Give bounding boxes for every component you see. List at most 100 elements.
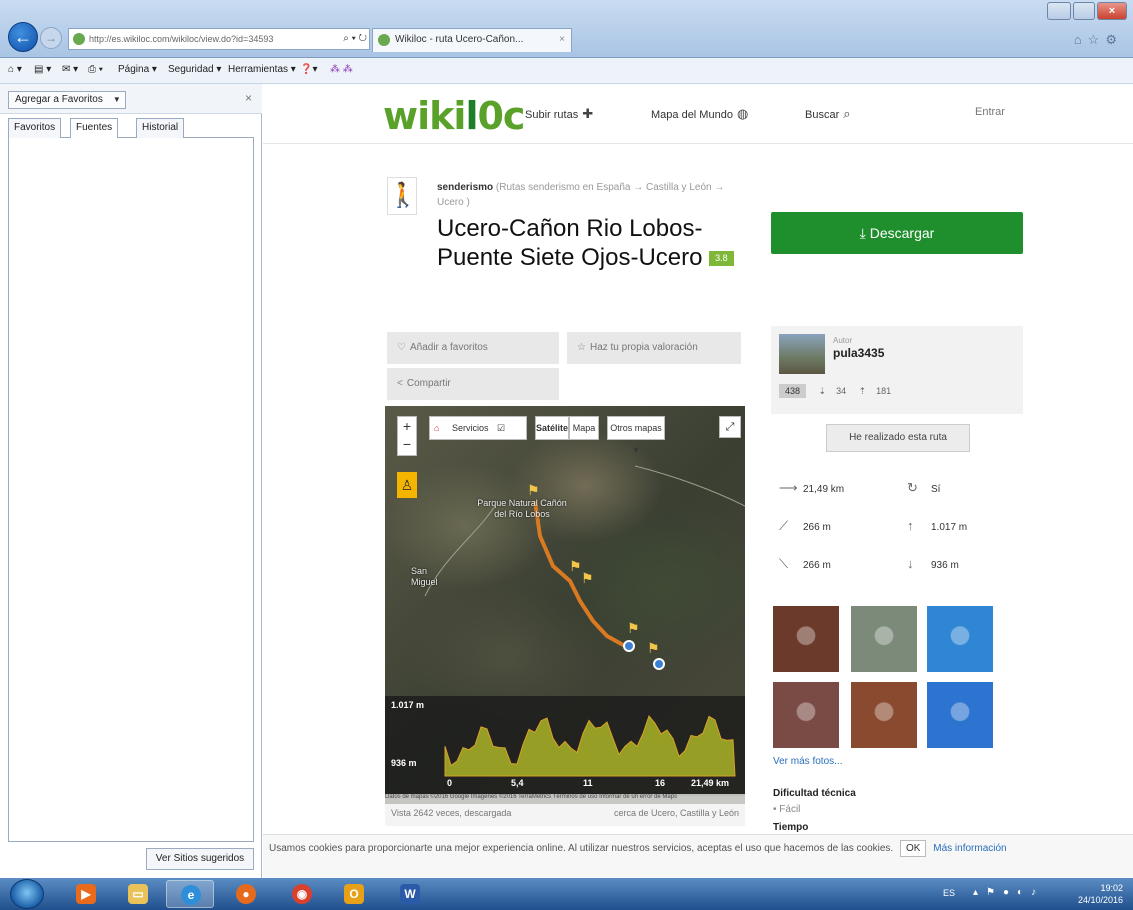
photo-thumbnail[interactable]	[851, 682, 917, 748]
zoom-in-button[interactable]: +	[398, 417, 416, 435]
waypoint-flag-icon[interactable]: ⚑	[627, 620, 640, 637]
author-card: Autor pula3435 438 ⇣ 34 ⇡ 181	[771, 326, 1023, 414]
share-button[interactable]: < Compartir	[387, 368, 559, 400]
photo-thumbnail[interactable]	[773, 682, 839, 748]
cookie-more-link[interactable]: Más información	[933, 843, 1006, 854]
view-count: Vista 2642 veces, descargada	[391, 808, 512, 818]
taskbar-word[interactable]: W	[386, 880, 434, 908]
satellite-button[interactable]: Satélite	[535, 416, 569, 440]
download-button[interactable]: ⤓ Descargar	[771, 212, 1023, 254]
download-icon: ⤓	[859, 225, 866, 241]
descent-value: 266 m	[803, 560, 831, 571]
rate-button[interactable]: ☆ Haz tu propia valoración	[567, 332, 741, 364]
cookie-ok-button[interactable]: OK	[900, 840, 927, 857]
nav-search[interactable]: Buscar ⌕	[805, 106, 851, 122]
avatar[interactable]	[779, 334, 825, 374]
print-icon[interactable]: ⎙ ▾	[88, 64, 103, 75]
zoom-out-button[interactable]: −	[398, 435, 416, 453]
arrow-up-icon: ↑	[907, 518, 914, 533]
address-bar[interactable]: http://es.wikiloc.com/wikiloc/view.do?id…	[68, 28, 370, 50]
loop-icon: ↻	[907, 480, 918, 495]
services-toggle[interactable]: ⌂ Servicios ☑	[429, 416, 527, 440]
nav-login[interactable]: Entrar	[975, 106, 1005, 118]
help-icon[interactable]: ❓▾	[300, 64, 317, 75]
tab-title: Wikiloc - ruta Ucero-Cañon...	[395, 34, 524, 45]
menu-page[interactable]: Página ▾	[118, 64, 157, 75]
author-route-count[interactable]: 438	[779, 384, 807, 398]
suggested-sites-button[interactable]: Ver Sitios sugeridos	[146, 848, 254, 870]
waypoint-flag-icon[interactable]: ⚑	[527, 482, 540, 499]
route-map[interactable]: Parque Natural Cañón del Río Lobos San M…	[385, 406, 745, 826]
browser-tab-active[interactable]: Wikiloc - ruta Ucero-Cañon... ×	[372, 28, 572, 52]
tab-favorites[interactable]: Favoritos	[8, 118, 62, 138]
feeds-icon[interactable]: ▤ ▾	[34, 64, 51, 75]
photo-thumbnail[interactable]	[773, 606, 839, 672]
map-attribution[interactable]: Datos de mapas ©2016 Google Imágenes ©20…	[385, 794, 745, 804]
menu-tools[interactable]: Herramientas ▾	[228, 64, 296, 75]
mail-icon[interactable]: ✉ ▾	[62, 64, 78, 75]
forward-button[interactable]: →	[40, 27, 62, 49]
taskbar-media-player[interactable]: ▶	[62, 880, 110, 908]
waypoint-flag-icon[interactable]: ⚑	[581, 570, 594, 587]
add-favorite-button[interactable]: ♡ Añadir a favoritos	[387, 332, 559, 364]
photo-thumbnail[interactable]	[927, 606, 993, 672]
waypoint-flag-icon[interactable]: ⚑	[569, 558, 582, 575]
clock-time: 19:02	[1100, 883, 1123, 893]
checkbox-checked-icon[interactable]: ☑	[497, 423, 505, 433]
pegman-icon[interactable]: ♙	[397, 472, 417, 498]
tab-history[interactable]: Historial	[136, 118, 185, 138]
services-label: Servicios	[451, 423, 489, 433]
clock-date: 24/10/2016	[1077, 895, 1123, 905]
fullscreen-icon[interactable]: ⤢	[719, 416, 741, 438]
photo-thumbnail[interactable]	[851, 606, 917, 672]
search-refresh-icon[interactable]: ⌕ ▾ ↻	[340, 29, 367, 49]
poi-marker-icon[interactable]	[653, 658, 665, 670]
share-icon: <	[397, 378, 403, 389]
author-label: Autor	[833, 336, 853, 345]
home-menu-icon[interactable]: ⌂ ▾	[8, 64, 22, 75]
poi-marker-icon[interactable]	[623, 640, 635, 652]
distance-icon: ⟶	[779, 480, 798, 495]
taskbar-chrome[interactable]: ◉	[278, 880, 326, 908]
tab-close-icon[interactable]: ×	[559, 29, 565, 51]
chevron-down-icon[interactable]: ▼	[113, 92, 121, 108]
elevation-profile[interactable]: 1.017 m 936 m 0 5,4 11 16 21,49 km	[385, 696, 745, 796]
minimize-button[interactable]	[1047, 2, 1071, 20]
activity-name[interactable]: senderismo	[437, 182, 493, 193]
close-icon[interactable]: ×	[245, 91, 252, 105]
photo-thumbnail[interactable]	[927, 682, 993, 748]
more-photos-link[interactable]: Ver más fotos...	[773, 756, 842, 767]
start-button[interactable]	[10, 879, 44, 909]
menu-security[interactable]: Seguridad ▾	[168, 64, 221, 75]
other-maps-dropdown[interactable]: Otros mapas ▾	[607, 416, 665, 455]
nav-upload-routes[interactable]: Subir rutas ✚	[525, 106, 593, 122]
map-type-button[interactable]: Mapa	[569, 416, 599, 440]
wikiloc-logo[interactable]: wikil0c	[383, 94, 525, 138]
elevation-area	[444, 714, 736, 777]
taskbar-outlook[interactable]: O	[330, 880, 378, 908]
waypoint-flag-icon[interactable]: ⚑	[647, 640, 660, 657]
elevation-tick: 16	[655, 778, 666, 788]
rate-label: Haz tu propia valoración	[589, 342, 698, 353]
nav-world-map[interactable]: Mapa del Mundo ◍	[651, 106, 748, 122]
difficulty-label: Dificultad técnica	[773, 788, 856, 799]
author-name[interactable]: pula3435	[833, 346, 884, 360]
stat-distance: ⟶ 21,49 km	[779, 480, 844, 496]
add-to-favorites-button[interactable]: Agregar a Favoritos ▼	[8, 91, 126, 109]
tray-icons[interactable]: ▴⚑●◐♪	[973, 887, 1044, 898]
extension-icons[interactable]: ⁂ ⁂	[330, 64, 353, 75]
cookie-text: Usamos cookies para proporcionarte una m…	[269, 843, 894, 854]
done-route-button[interactable]: He realizado esta ruta	[826, 424, 970, 452]
close-window-button[interactable]: ×	[1097, 2, 1127, 20]
taskbar-explorer[interactable]: ▭	[114, 880, 162, 908]
language-indicator[interactable]: ES	[943, 888, 955, 898]
back-button[interactable]: ←	[8, 22, 38, 52]
home-favorites-settings-icons[interactable]: ⌂☆⚙	[1074, 32, 1123, 48]
maximize-button[interactable]	[1073, 2, 1095, 20]
clock[interactable]: 19:02 24/10/2016	[1078, 882, 1123, 906]
tab-feeds[interactable]: Fuentes	[70, 118, 119, 138]
site-header: wikil0c Subir rutas ✚ Mapa del Mundo ◍ Bus…	[263, 84, 1133, 144]
taskbar-internet-explorer[interactable]: e	[166, 880, 214, 908]
hiking-icon: 🚶	[387, 177, 418, 215]
taskbar-firefox[interactable]: ●	[222, 880, 270, 908]
